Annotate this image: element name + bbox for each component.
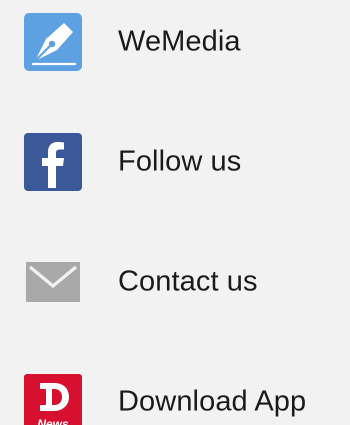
menu-item-contact-us[interactable]: Contact us [0, 252, 350, 312]
menu-item-label: Follow us [118, 145, 242, 178]
menu-item-download-app[interactable]: News Download App [0, 372, 350, 425]
side-menu: WeMedia Follow us Contact us News Downlo… [0, 0, 350, 425]
envelope-icon [26, 262, 80, 302]
news-icon-text: News [37, 417, 69, 425]
menu-item-wemedia[interactable]: WeMedia [0, 12, 350, 72]
menu-item-label: WeMedia [118, 25, 241, 58]
menu-item-label: Download App [118, 385, 307, 418]
dailynews-app-icon: News [24, 374, 82, 425]
menu-item-follow-us[interactable]: Follow us [0, 132, 350, 192]
facebook-icon [24, 133, 82, 191]
pen-nib-icon [24, 13, 82, 71]
menu-item-label: Contact us [118, 265, 258, 298]
